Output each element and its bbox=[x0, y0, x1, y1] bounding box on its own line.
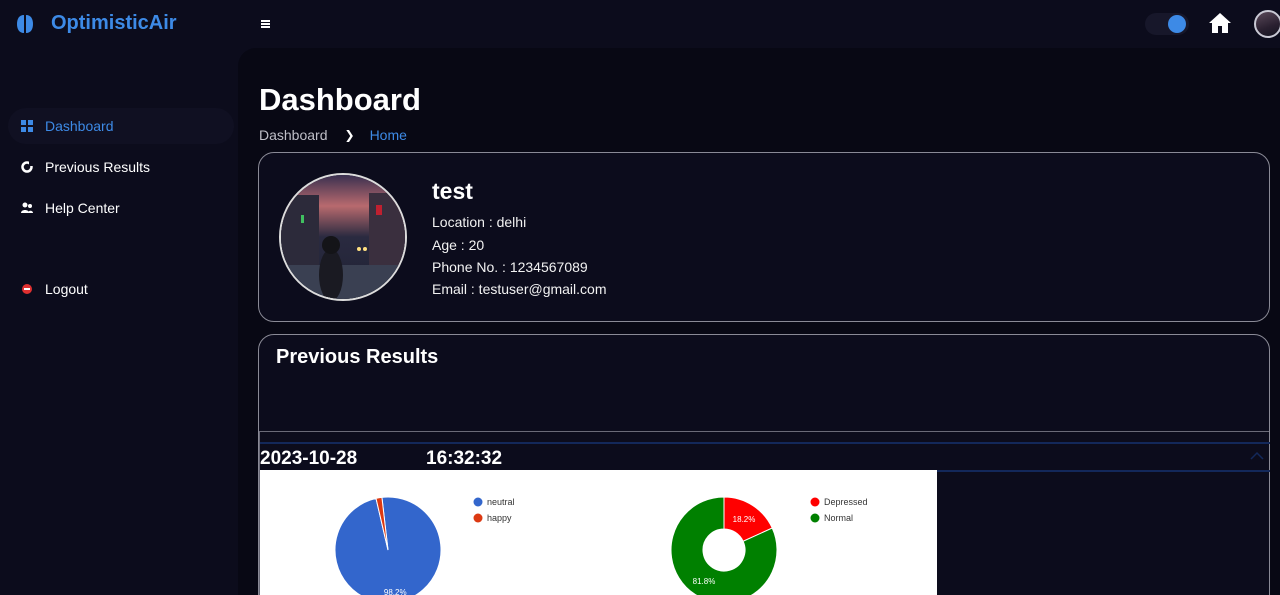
sidebar-item-previous-results[interactable]: Previous Results bbox=[8, 149, 234, 185]
sidebar-item-help-center[interactable]: Help Center bbox=[8, 190, 234, 226]
previous-results-card: Previous Results 2023-10-28 16:32:32 98.… bbox=[258, 334, 1270, 595]
depression-donut-legend-label: Normal bbox=[824, 513, 853, 523]
app-name: OptimisticAir bbox=[51, 12, 177, 34]
depression-donut-legend-marker bbox=[810, 513, 820, 523]
section-title: Previous Results bbox=[276, 346, 439, 368]
sidebar-item-dashboard[interactable]: Dashboard bbox=[8, 108, 234, 144]
emotion-pie-legend-label: neutral bbox=[487, 497, 515, 507]
result-time: 16:32:32 bbox=[426, 448, 503, 469]
emotion-pie-data-label: 98.2% bbox=[384, 588, 407, 595]
logout-icon bbox=[22, 284, 32, 294]
menu-toggle-icon[interactable] bbox=[259, 16, 273, 32]
result-date: 2023-10-28 bbox=[260, 448, 358, 469]
sidebar-item-logout[interactable]: Logout bbox=[8, 271, 234, 307]
theme-toggle[interactable] bbox=[1145, 13, 1189, 35]
depression-donut-data-label: 18.2% bbox=[733, 515, 756, 524]
brain-logo-icon bbox=[17, 14, 33, 33]
result-accordion-header[interactable]: 2023-10-28 16:32:32 bbox=[260, 442, 1270, 472]
emotion-pie-legend-marker bbox=[473, 497, 483, 507]
emotion-pie-legend-marker bbox=[473, 513, 483, 523]
sidebar-item-label: Help Center bbox=[45, 200, 120, 216]
profile-card: test Location : delhi Age : 20 Phone No.… bbox=[258, 152, 1270, 322]
depression-donut-chart: 18.2% 81.8% Depressed Normal bbox=[670, 496, 868, 595]
top-bar: OptimisticAir bbox=[0, 0, 1280, 48]
profile-name: test bbox=[432, 178, 473, 204]
dashboard-icon bbox=[21, 120, 33, 132]
sidebar: Dashboard Previous Results Help Center L… bbox=[0, 48, 238, 595]
sidebar-item-label: Logout bbox=[45, 281, 88, 297]
result-accordion: 2023-10-28 16:32:32 98.2% neutral happy 18… bbox=[259, 431, 1270, 595]
toggle-knob bbox=[1168, 15, 1186, 33]
chevron-right-icon: ❯ bbox=[344, 128, 355, 142]
emotion-pie-legend-label: happy bbox=[487, 513, 512, 523]
depression-donut-data-label: 81.8% bbox=[693, 577, 716, 586]
main-content: Dashboard Dashboard ❯ Home test Location… bbox=[238, 48, 1280, 595]
breadcrumb: Dashboard ❯ Home bbox=[259, 127, 407, 143]
user-avatar[interactable] bbox=[1254, 10, 1280, 38]
profile-email: Email : testuser@gmail.com bbox=[432, 281, 607, 297]
page-title: Dashboard bbox=[259, 82, 421, 117]
sidebar-item-label: Previous Results bbox=[45, 159, 151, 175]
breadcrumb-home[interactable]: Home bbox=[370, 127, 407, 143]
users-icon bbox=[21, 202, 33, 213]
profile-phone: Phone No. : 1234567089 bbox=[432, 259, 588, 275]
emotion-pie-chart: 98.2% neutral happy bbox=[334, 496, 515, 595]
brand[interactable]: OptimisticAir bbox=[16, 12, 177, 35]
depression-donut-legend-marker bbox=[810, 497, 820, 507]
profile-location: Location : delhi bbox=[432, 214, 527, 230]
home-icon[interactable] bbox=[1208, 11, 1232, 35]
profile-photo bbox=[279, 173, 407, 301]
charts-canvas: 98.2% neutral happy 18.2% 81.8% Depressed Nor… bbox=[334, 496, 868, 595]
refresh-icon bbox=[21, 161, 33, 173]
breadcrumb-dashboard[interactable]: Dashboard bbox=[259, 127, 328, 143]
chevron-up-icon[interactable] bbox=[1250, 451, 1264, 461]
sidebar-item-label: Dashboard bbox=[45, 118, 114, 134]
profile-age: Age : 20 bbox=[432, 237, 485, 253]
depression-donut-legend-label: Depressed bbox=[824, 497, 868, 507]
result-charts: 98.2% neutral happy 18.2% 81.8% Depressed Nor… bbox=[260, 470, 937, 595]
